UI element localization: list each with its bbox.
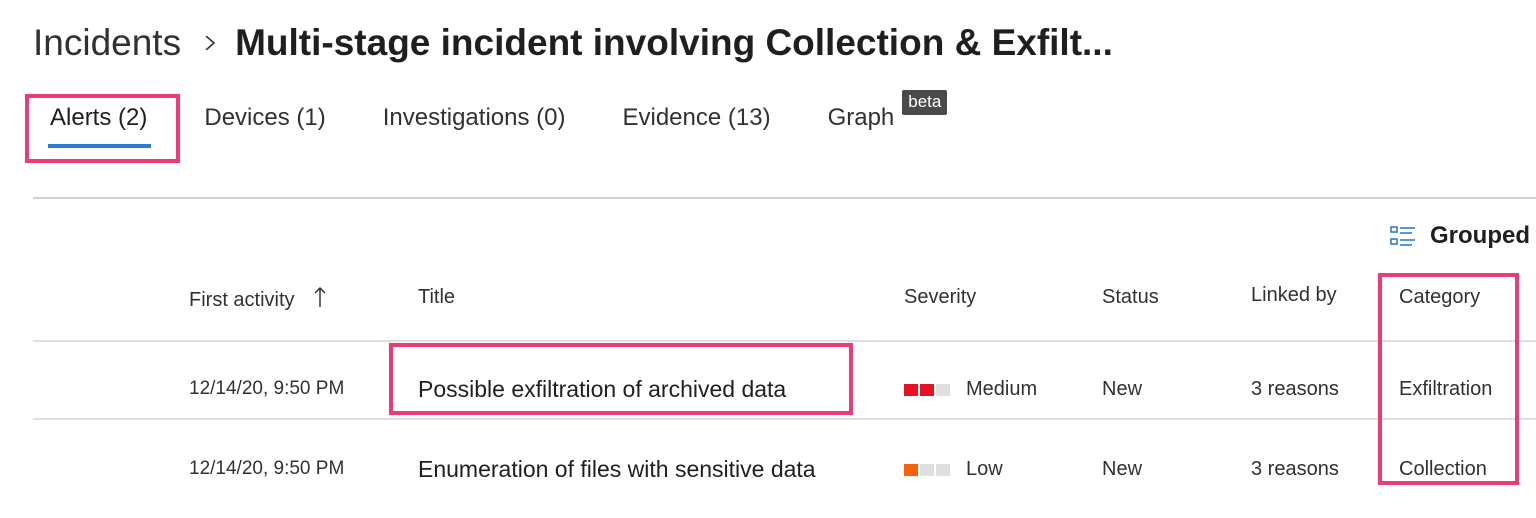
grouped-label: Grouped xyxy=(1430,222,1530,249)
cell-status: New xyxy=(1102,378,1143,400)
cell-category: Collection xyxy=(1399,458,1487,480)
tab-bar: Alerts (2) Devices (1) Investigations (0… xyxy=(47,90,1004,148)
cell-title-link[interactable]: Enumeration of files with sensitive data xyxy=(418,456,816,483)
row-divider xyxy=(33,340,1536,342)
table-row[interactable]: 12/14/20, 9:50 PM Enumeration of files w… xyxy=(0,432,1536,512)
tab-evidence[interactable]: Evidence (13) xyxy=(622,98,770,138)
cell-first-activity: 12/14/20, 9:50 PM xyxy=(189,458,345,479)
beta-badge: beta xyxy=(902,90,948,115)
severity-segment xyxy=(936,463,950,476)
cell-severity: Medium xyxy=(904,378,1037,401)
tab-devices[interactable]: Devices (1) xyxy=(204,98,325,138)
tab-graph-label: Graph xyxy=(827,104,895,131)
severity-segment xyxy=(920,463,934,476)
cell-status: New xyxy=(1102,458,1143,480)
severity-indicator xyxy=(904,383,952,396)
severity-label: Low xyxy=(966,458,1003,480)
severity-indicator xyxy=(904,463,952,476)
cell-category: Exfiltration xyxy=(1399,378,1493,400)
column-header-title[interactable]: Title xyxy=(418,286,455,309)
arrow-up-icon xyxy=(314,286,326,307)
cell-title-link[interactable]: Possible exfiltration of archived data xyxy=(418,376,786,403)
column-header-linked-by[interactable]: Linked by xyxy=(1251,284,1337,307)
cell-linked-by[interactable]: 3 reasons xyxy=(1251,458,1339,481)
tabs-divider xyxy=(33,197,1536,199)
row-divider xyxy=(33,418,1536,420)
table-header: First activity Title Severity Status Lin… xyxy=(0,284,1536,326)
page-title: Multi-stage incident involving Collectio… xyxy=(235,22,1113,63)
cell-severity: Low xyxy=(904,458,1003,481)
severity-segment xyxy=(904,463,918,476)
chevron-right-icon xyxy=(205,36,216,50)
breadcrumb-incidents-link[interactable]: Incidents xyxy=(33,22,181,64)
cell-linked-by[interactable]: 3 reasons xyxy=(1251,378,1339,401)
grouped-list-icon xyxy=(1390,226,1415,246)
cell-first-activity: 12/14/20, 9:50 PM xyxy=(189,378,345,399)
severity-segment xyxy=(936,383,950,396)
breadcrumb: Incidents Multi-stage incident involving… xyxy=(33,18,1113,68)
table-row[interactable]: 12/14/20, 9:50 PM Possible exfiltration … xyxy=(0,352,1536,432)
column-header-status[interactable]: Status xyxy=(1102,286,1159,309)
column-header-category[interactable]: Category xyxy=(1399,286,1480,309)
column-header-first-activity[interactable]: First activity xyxy=(189,286,326,312)
severity-segment xyxy=(904,383,918,396)
tab-alerts[interactable]: Alerts (2) xyxy=(47,98,152,148)
severity-label: Medium xyxy=(966,378,1038,400)
tab-investigations[interactable]: Investigations (0) xyxy=(383,98,566,138)
tab-graph[interactable]: Graph beta xyxy=(827,90,948,138)
incident-page: Incidents Multi-stage incident involving… xyxy=(0,0,1536,518)
grouped-button[interactable]: Grouped xyxy=(1390,220,1530,252)
severity-segment xyxy=(920,383,934,396)
column-header-severity[interactable]: Severity xyxy=(904,286,976,309)
